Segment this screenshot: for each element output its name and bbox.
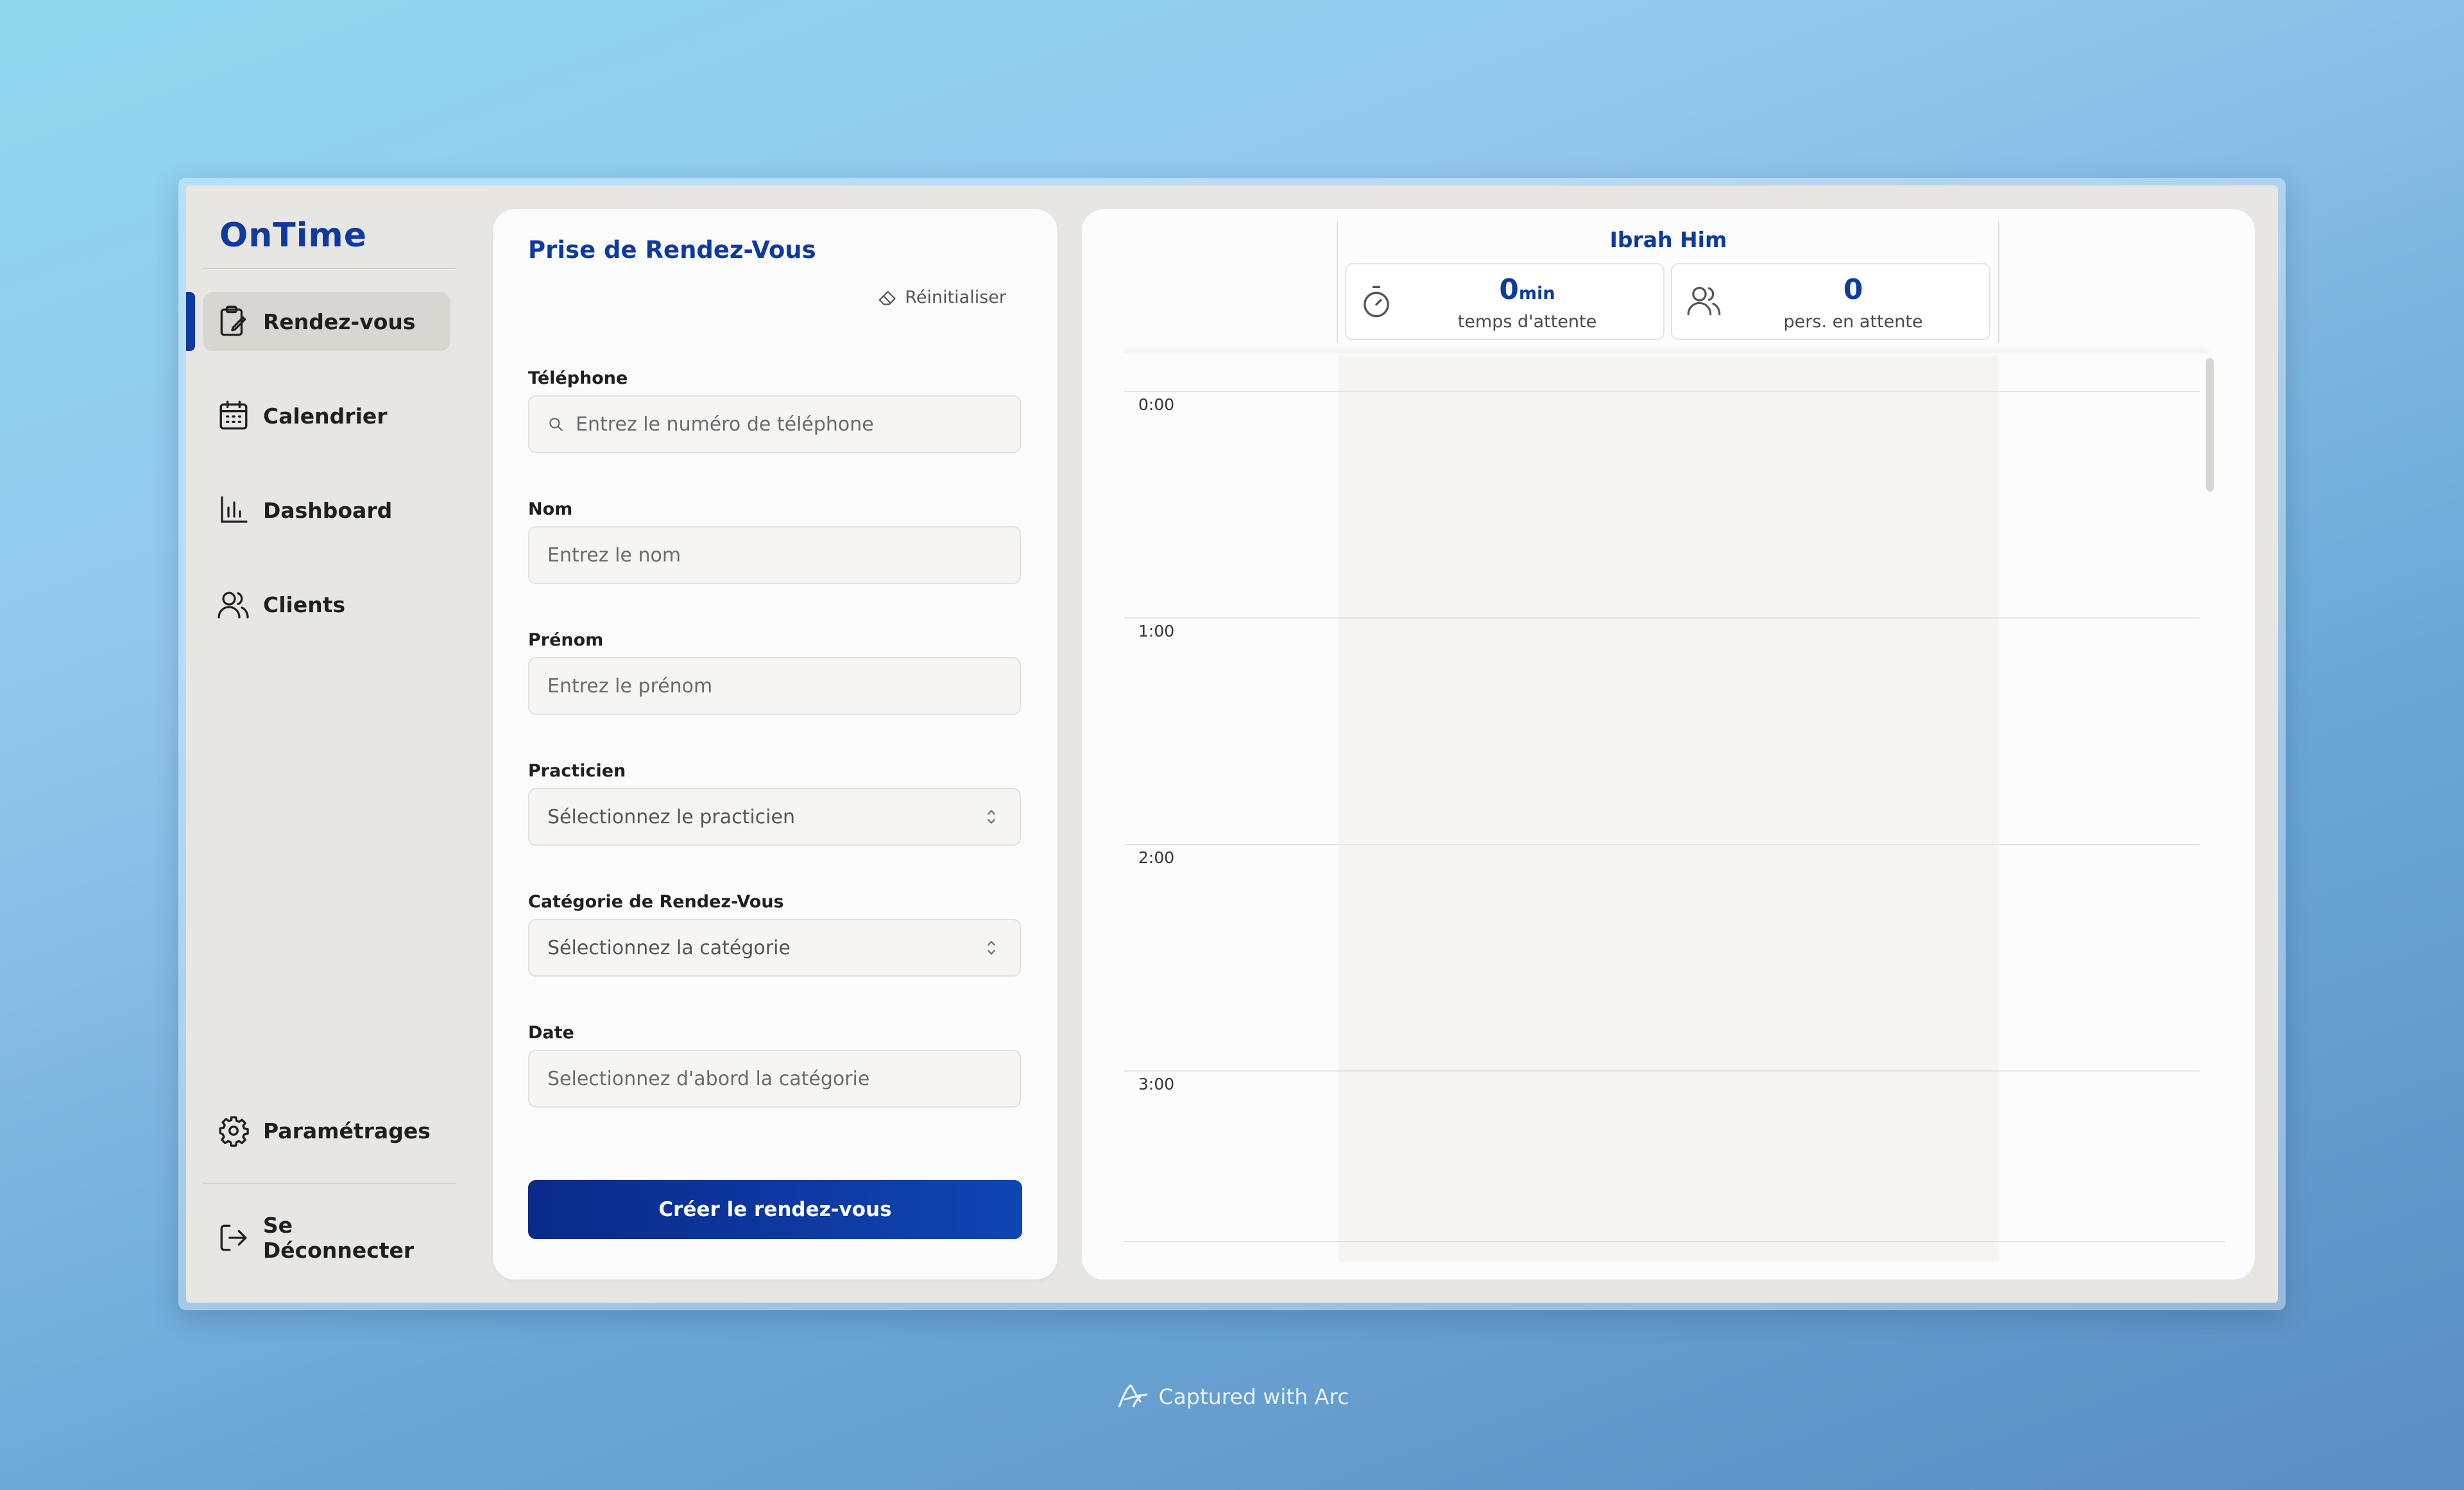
nom-field[interactable] <box>528 526 1021 584</box>
logout-label: Se Déconnecter <box>262 1213 415 1263</box>
sidebar-item-rendez-vous[interactable]: Rendez-vous <box>203 292 450 351</box>
phone-field[interactable] <box>528 395 1021 453</box>
hour-line <box>1124 617 2200 619</box>
window-frame: OnTime Rendez-vous Calendrier Dashboard … <box>178 178 2286 1310</box>
calendar-panel: Ibrah Him 0min temps d'attente 0 pers. e… <box>1082 209 2255 1280</box>
wait-time-label: temps d'attente <box>1457 312 1597 332</box>
waiting-count-label: pers. en attente <box>1783 312 1923 332</box>
date-input[interactable] <box>529 1067 1020 1090</box>
practicien-select[interactable]: Sélectionnez le practicien <box>528 788 1021 846</box>
phone-label: Téléphone <box>528 368 628 388</box>
sidebar-item-label: Dashboard <box>263 497 393 523</box>
practitioner-column[interactable] <box>1339 355 1999 1262</box>
settings-button[interactable]: Paramétrages <box>203 1101 450 1160</box>
calendar-scrollbar[interactable] <box>2206 358 2214 492</box>
hour-label: 0:00 <box>1138 395 1175 414</box>
date-field[interactable] <box>528 1050 1021 1108</box>
appointment-form: Prise de Rendez-Vous Réinitialiser Télép… <box>493 209 1057 1280</box>
hour-line <box>1124 391 2200 392</box>
active-indicator <box>186 292 195 351</box>
gear-icon <box>216 1113 252 1149</box>
logout-button[interactable]: Se Déconnecter <box>203 1208 450 1267</box>
nom-input[interactable] <box>529 544 1020 567</box>
clipboard-edit-icon <box>216 304 252 339</box>
hour-label: 1:00 <box>1138 622 1175 640</box>
categorie-label: Catégorie de Rendez-Vous <box>528 892 784 912</box>
arc-logo-icon <box>1118 1384 1147 1408</box>
waiting-count-value: 0 <box>1843 273 1863 306</box>
capture-text: Captured with Arc <box>1158 1383 1349 1409</box>
wait-time-value: 0min <box>1499 273 1555 306</box>
hour-line <box>1124 1070 2200 1072</box>
phone-input[interactable] <box>564 413 1020 436</box>
chevron-up-down-icon <box>988 940 995 955</box>
logout-icon <box>216 1220 252 1256</box>
sidebar-item-clients[interactable]: Clients <box>203 575 450 634</box>
column-divider <box>1337 221 1338 343</box>
prenom-field[interactable] <box>528 657 1021 715</box>
sidebar: OnTime Rendez-vous Calendrier Dashboard … <box>186 185 468 1303</box>
eraser-icon <box>878 290 896 305</box>
reset-label: Réinitialiser <box>905 287 1006 307</box>
app-logo: OnTime <box>219 216 367 255</box>
bar-chart-icon <box>216 492 252 528</box>
hour-label: 2:00 <box>1138 848 1175 867</box>
hour-line <box>1124 844 2200 845</box>
column-divider <box>1998 221 1999 343</box>
nom-label: Nom <box>528 499 573 519</box>
capture-watermark: Captured with Arc <box>0 1382 2464 1411</box>
users-icon <box>1687 286 1721 316</box>
create-appointment-button[interactable]: Créer le rendez-vous <box>528 1180 1022 1239</box>
waiting-count-stat: 0 pers. en attente <box>1671 263 1990 340</box>
categorie-select-value: Sélectionnez la catégorie <box>547 936 791 959</box>
categorie-select[interactable]: Sélectionnez la catégorie <box>528 919 1021 977</box>
sidebar-item-label: Calendrier <box>263 403 388 429</box>
form-title: Prise de Rendez-Vous <box>528 236 816 264</box>
practitioner-name: Ibrah Him <box>1609 227 1727 252</box>
prenom-input[interactable] <box>529 674 1020 698</box>
sidebar-item-label: Rendez-vous <box>263 309 416 334</box>
sidebar-item-dashboard[interactable]: Dashboard <box>203 481 450 540</box>
settings-label: Paramétrages <box>263 1118 431 1143</box>
calendar-icon <box>216 398 252 434</box>
practicien-select-value: Sélectionnez le practicien <box>547 805 795 828</box>
chevron-up-down-icon <box>988 809 995 825</box>
sidebar-item-calendrier[interactable]: Calendrier <box>203 386 450 445</box>
sidebar-divider <box>203 1183 456 1184</box>
practicien-label: Practicien <box>528 761 626 781</box>
search-icon <box>549 418 563 431</box>
reset-button[interactable]: Réinitialiser <box>877 287 1006 307</box>
sidebar-divider <box>203 268 456 269</box>
wait-time-stat: 0min temps d'attente <box>1345 263 1664 340</box>
hour-label: 3:00 <box>1138 1075 1175 1093</box>
stopwatch-icon <box>1364 286 1389 318</box>
app-window: OnTime Rendez-vous Calendrier Dashboard … <box>186 185 2278 1303</box>
sidebar-item-label: Clients <box>263 592 346 617</box>
prenom-label: Prénom <box>528 630 604 650</box>
users-icon <box>216 587 252 622</box>
date-label: Date <box>528 1023 574 1043</box>
grid-bottom-border <box>1124 1241 2225 1242</box>
